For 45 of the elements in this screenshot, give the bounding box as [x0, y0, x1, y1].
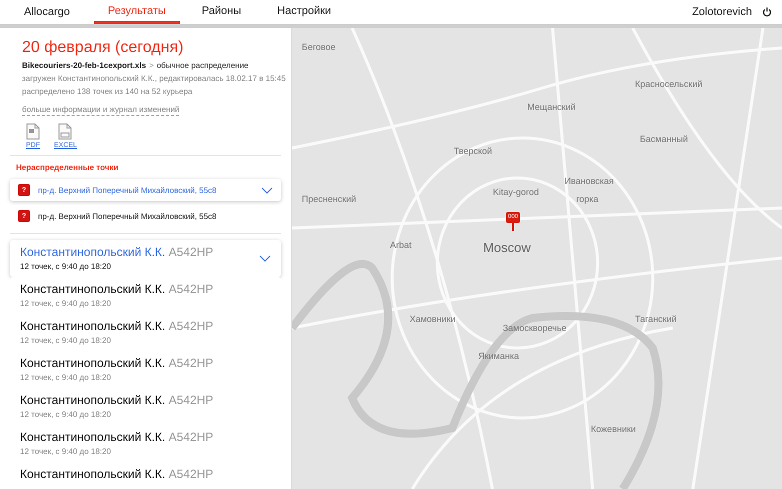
- courier-name: Константинопольский К.К. А542НР: [20, 245, 214, 260]
- courier-card[interactable]: Константинопольский К.К. А542НР 12 точек, с 9:40 до 18:20: [10, 240, 281, 277]
- document-icon: [26, 123, 40, 140]
- map-label: Мещанский: [527, 102, 576, 112]
- courier-name: Константинопольский К.К. А542НР: [20, 467, 214, 482]
- courier-name: Константинопольский К.К. А542НР: [20, 393, 214, 408]
- courier-details: 12 точек, с 9:40 до 18:20: [20, 336, 112, 346]
- map-label: Басманный: [640, 134, 688, 144]
- map-label: Кожевники: [590, 424, 636, 434]
- nav-tab[interactable]: Районы: [188, 0, 256, 24]
- nav-tab[interactable]: Настройки: [263, 0, 346, 24]
- more-info-link[interactable]: больше информации и журнал изменений: [22, 104, 180, 116]
- courier-details: 12 точек, с 9:40 до 18:20: [20, 410, 112, 420]
- page-title: 20 февраля (сегодня): [22, 38, 184, 58]
- map-label: Замоскворечье: [502, 323, 567, 334]
- map-label: Таганский: [635, 314, 677, 324]
- courier-name: Константинопольский К.К. А542НР: [20, 430, 214, 445]
- file-info: Bikecouriers-20-feb-1cexport.xls > обычное распределение: [22, 60, 248, 72]
- map-label: Якиманка: [478, 350, 519, 361]
- upload-info: загружен Константинопольский К.К., редактировалась 18.02.17 в 15:45: [22, 73, 286, 85]
- courier-name: Константинопольский К.К. А542НР: [20, 319, 214, 334]
- map-label: Хамовники: [410, 314, 456, 324]
- courier-details: 12 точек, с 9:40 до 18:20: [20, 262, 112, 272]
- map-label: Пресненский: [302, 194, 356, 204]
- map-label: Тверской: [454, 146, 492, 156]
- chevron-down-icon: [261, 186, 273, 194]
- map-label: Беговое: [302, 42, 336, 52]
- map-label: Arbat: [390, 240, 412, 250]
- courier-details: 12 точек, с 9:40 до 18:20: [20, 299, 112, 309]
- map-label: Ивановская: [564, 176, 614, 186]
- brand-name[interactable]: Allocargo: [24, 0, 70, 24]
- courier-details: 12 точек, с 9:40 до 18:20: [20, 447, 112, 457]
- map-label: Красносельский: [635, 78, 702, 89]
- power-icon[interactable]: [762, 7, 772, 17]
- distribution-info: распределено 138 точек из 140 на 52 курьера: [22, 86, 192, 98]
- map-label: горка: [576, 194, 598, 204]
- courier-name: Константинопольский К.К. А542НР: [20, 282, 214, 297]
- courier-name: Константинопольский К.К. А542НР: [20, 356, 214, 371]
- map-label: Kitay-gorod: [492, 187, 539, 198]
- user-name[interactable]: Zolotorevich: [692, 0, 752, 24]
- map-label: Moscow: [483, 240, 531, 256]
- courier-details: 12 точек, с 9:40 до 18:20: [20, 373, 112, 383]
- chevron-down-icon: [259, 255, 271, 262]
- section-heading: Нераспределенные точки: [16, 162, 120, 173]
- document-icon: [58, 123, 72, 140]
